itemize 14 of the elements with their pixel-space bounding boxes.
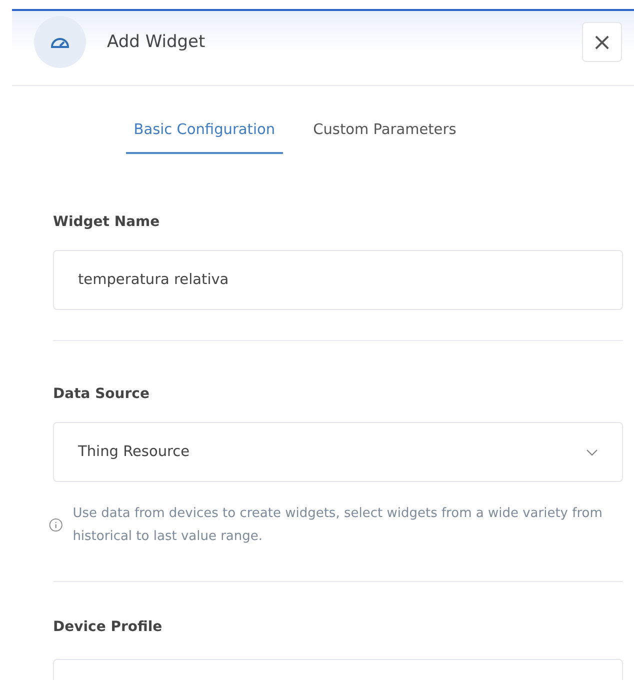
info-icon <box>49 516 63 534</box>
field-label: Widget Name <box>53 214 161 230</box>
tab[interactable]: Custom Parameters <box>305 112 464 154</box>
dropdown[interactable]: Thing Resource <box>53 422 623 482</box>
tab[interactable]: Basic Configuration <box>126 112 284 154</box>
input-field[interactable]: temperatura relativa <box>53 250 623 310</box>
dialog-title: Add Widget <box>107 32 206 52</box>
chevron-down-icon <box>586 448 598 456</box>
close-button[interactable]: × <box>582 22 622 62</box>
info-text: Use data from devices to create widgets, select widgets from a wide variety from historical to last value range. <box>72 505 604 546</box>
input-field[interactable] <box>53 659 623 680</box>
field-label: Data Source <box>53 386 150 402</box>
field-label: Device Profile <box>53 619 164 635</box>
gauge-icon <box>34 16 86 68</box>
